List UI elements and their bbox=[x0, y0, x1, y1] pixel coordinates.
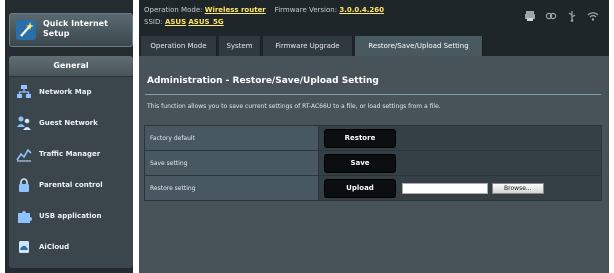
restore-button[interactable]: Restore bbox=[324, 128, 396, 148]
lock-icon bbox=[16, 177, 32, 193]
browse-button[interactable]: Browse... bbox=[491, 182, 544, 194]
firmware-label: Firmware Version: bbox=[274, 6, 338, 14]
ssid-value[interactable]: ASUS_5G bbox=[188, 18, 223, 26]
settings-table: Factory default Restore Save setting Sav… bbox=[144, 125, 602, 201]
save-button[interactable]: Save bbox=[324, 153, 396, 173]
admin-tabs: Operation Mode System Firmware Upgrade R… bbox=[139, 36, 609, 56]
title-divider bbox=[145, 94, 601, 95]
sidebar: Quick Internet Setup General Network Map bbox=[5, 0, 133, 273]
table-row: Save setting Save bbox=[144, 150, 602, 176]
sidebar-item-label: Parental control bbox=[39, 181, 103, 189]
ssid-label: SSID: bbox=[144, 18, 163, 26]
operation-mode-link[interactable]: Wireless router bbox=[205, 6, 266, 14]
tab-restore-save-upload[interactable]: Restore/Save/Upload Setting bbox=[355, 36, 483, 56]
ssid-value[interactable]: ASUS bbox=[165, 18, 186, 26]
factory-default-action: Restore bbox=[318, 125, 602, 151]
page-title: Administration - Restore/Save/Upload Set… bbox=[147, 76, 379, 86]
table-row: Factory default Restore bbox=[144, 125, 602, 151]
quick-internet-setup-label: Quick Internet Setup bbox=[43, 19, 108, 38]
save-setting-label: Save setting bbox=[144, 150, 319, 176]
status-icons bbox=[520, 7, 599, 26]
general-header: General bbox=[9, 56, 133, 77]
operation-mode-label: Operation Mode: bbox=[144, 6, 203, 14]
operation-mode-line: Operation Mode: Wireless router Firmware… bbox=[144, 6, 384, 14]
factory-default-label: Factory default bbox=[144, 125, 319, 151]
network-map-icon bbox=[16, 84, 32, 100]
wand-icon bbox=[15, 19, 37, 41]
tab-operation-mode[interactable]: Operation Mode bbox=[141, 36, 217, 56]
status-bar: Operation Mode: Wireless router Firmware… bbox=[139, 0, 609, 36]
sidebar-item-label: Traffic Manager bbox=[39, 150, 101, 158]
upload-button[interactable]: Upload bbox=[324, 178, 396, 198]
page-description: This function allows you to save current… bbox=[147, 103, 441, 110]
sidebar-item-label: USB application bbox=[39, 212, 102, 220]
guest-network-icon bbox=[16, 115, 32, 131]
sidebar-item-network-map[interactable]: Network Map bbox=[9, 77, 133, 108]
sidebar-item-parental-control[interactable]: Parental control bbox=[9, 170, 133, 201]
restore-setting-action: Upload Browse... bbox=[318, 175, 602, 201]
wifi-icon[interactable] bbox=[587, 7, 599, 21]
traffic-manager-icon bbox=[16, 146, 32, 162]
sidebar-item-label: Network Map bbox=[39, 88, 92, 96]
file-path-field[interactable] bbox=[401, 182, 488, 194]
cloud-icon bbox=[16, 239, 32, 255]
link-icon[interactable] bbox=[545, 7, 557, 20]
save-setting-action: Save bbox=[318, 150, 602, 176]
tab-firmware-upgrade[interactable]: Firmware Upgrade bbox=[263, 36, 353, 56]
content-area: Administration - Restore/Save/Upload Set… bbox=[139, 56, 609, 273]
general-menu: General Network Map Guest Network Traffi… bbox=[9, 56, 133, 268]
ssid-line: SSID: ASUS ASUS_5G bbox=[144, 18, 224, 26]
sidebar-item-usb-application[interactable]: USB application bbox=[9, 201, 133, 232]
sidebar-item-traffic-manager[interactable]: Traffic Manager bbox=[9, 139, 133, 170]
table-row: Restore setting Upload Browse... bbox=[144, 175, 602, 201]
main-panel: Operation Mode: Wireless router Firmware… bbox=[139, 0, 609, 273]
sidebar-item-label: AiCloud bbox=[39, 243, 70, 251]
printer-icon[interactable] bbox=[524, 7, 536, 21]
sidebar-item-aicloud[interactable]: AiCloud bbox=[9, 232, 133, 263]
tab-system[interactable]: System bbox=[219, 36, 261, 56]
firmware-version-link[interactable]: 3.0.0.4.260 bbox=[339, 6, 384, 14]
quick-internet-setup-button[interactable]: Quick Internet Setup bbox=[9, 13, 133, 47]
sidebar-item-label: Guest Network bbox=[39, 119, 98, 127]
usb-icon[interactable] bbox=[566, 7, 578, 22]
sidebar-item-guest-network[interactable]: Guest Network bbox=[9, 108, 133, 139]
puzzle-icon bbox=[16, 208, 32, 224]
restore-setting-label: Restore setting bbox=[144, 175, 319, 201]
